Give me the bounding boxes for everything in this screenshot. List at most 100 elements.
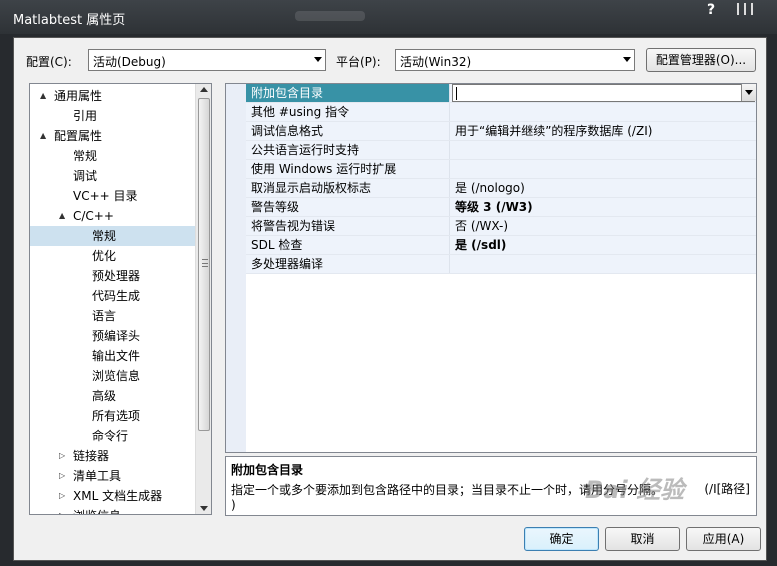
tree-scrollbar[interactable] [195, 84, 211, 514]
tree-node-label: 链接器 [73, 449, 110, 463]
properties-window: Matlabtest 属性页 ? 配置(C): 活动(Debug) 平台(P):… [0, 0, 777, 566]
config-label: 配置(C): [26, 55, 72, 69]
property-row[interactable]: 附加包含目录 [246, 84, 756, 103]
tree-node[interactable]: ▲ 通用属性 [30, 86, 197, 106]
tree-node[interactable]: 代码生成 [30, 286, 197, 306]
property-row[interactable]: 将警告视为错误否 (/WX-) [246, 217, 756, 236]
watermark: Bai 经验 [585, 476, 685, 504]
category-tree[interactable]: ▲ 通用属性 引用 ▲ 配置属性 常规 调试 VC++ 目录 ▲ C/C++ 常规 优化 预处理器 代码生… [29, 83, 212, 515]
tree-node-label: 浏览信息 [73, 506, 121, 514]
collapsed-icon[interactable]: ▷ [59, 486, 65, 506]
property-grid[interactable]: 附加包含目录 其他 #using 指令 调试信息格式 用于“编辑并继续”的程序数据库 … [225, 83, 757, 453]
platform-value: 活动(Win32) [400, 55, 472, 69]
property-name: 其他 #using 指令 [246, 103, 450, 121]
tree-node-label: 配置属性 [54, 129, 103, 143]
tree-node[interactable]: 预编译头 [30, 326, 197, 346]
tree-node[interactable]: 调试 [30, 166, 197, 186]
property-name: 取消显示启动版权标志 [246, 179, 450, 197]
tree-node-label: VC++ 目录 [73, 189, 138, 203]
tree-node-label: 常规 [92, 229, 117, 243]
property-row[interactable]: SDL 检查是 (/sdl) [246, 236, 756, 255]
window-title: Matlabtest 属性页 [13, 13, 126, 28]
tree-node-label: 清单工具 [73, 469, 122, 483]
ok-button[interactable]: 确定 [524, 527, 599, 551]
chevron-down-icon [314, 57, 322, 62]
tree-node-label: 高级 [92, 389, 117, 403]
chevron-down-icon[interactable] [741, 84, 756, 101]
tree-node-label: 预处理器 [92, 269, 141, 283]
platform-label: 平台(P): [336, 55, 381, 69]
property-value: 是 (/nologo) [455, 181, 525, 195]
property-value [452, 160, 755, 178]
tree-node-label: 常规 [73, 149, 98, 163]
scroll-down-icon[interactable] [200, 506, 208, 511]
tree-node[interactable]: 输出文件 [30, 346, 197, 366]
tree-node[interactable]: VC++ 目录 [30, 186, 197, 206]
apply-button[interactable]: 应用(A) [686, 527, 761, 551]
property-value: 等级 3 (/W3) [455, 200, 533, 214]
property-row[interactable]: 取消显示启动版权标志是 (/nologo) [246, 179, 756, 198]
tree-node[interactable]: 引用 [30, 106, 197, 126]
property-value: 否 (/WX-) [455, 219, 509, 233]
tree-node[interactable]: ▷ 链接器 [30, 446, 197, 466]
tree-node[interactable]: 所有选项 [30, 406, 197, 426]
property-value: 是 (/sdl) [455, 238, 507, 252]
title-blur [295, 11, 365, 21]
expanded-icon[interactable]: ▲ [59, 206, 65, 226]
tree-node-label: C/C++ [73, 209, 114, 223]
tree-node[interactable]: 常规 [30, 226, 197, 246]
property-value: 用于“编辑并继续”的程序数据库 (/ZI) [455, 124, 653, 138]
property-name: 将警告视为错误 [246, 217, 450, 235]
chevron-down-icon [623, 57, 631, 62]
tree-node[interactable]: ▲ 配置属性 [30, 126, 197, 146]
close-button[interactable] [737, 3, 753, 15]
tree-node[interactable]: 预处理器 [30, 266, 197, 286]
expanded-icon[interactable]: ▲ [40, 126, 46, 146]
config-select[interactable]: 活动(Debug) [88, 49, 326, 71]
property-row[interactable]: 使用 Windows 运行时扩展 [246, 160, 756, 179]
property-row[interactable]: 其他 #using 指令 [246, 103, 756, 122]
tree-node[interactable]: 浏览信息 [30, 366, 197, 386]
tree-node-label: 输出文件 [92, 349, 141, 363]
cancel-button[interactable]: 取消 [605, 527, 680, 551]
tree-node-label: 优化 [92, 249, 117, 263]
tree-node[interactable]: ▷ 清单工具 [30, 466, 197, 486]
grip-icon [202, 259, 208, 267]
tree-node-label: 引用 [73, 109, 98, 123]
tree-node-label: 调试 [73, 169, 98, 183]
property-value [452, 141, 755, 159]
property-row[interactable]: 调试信息格式 用于“编辑并继续”的程序数据库 (/ZI) [246, 122, 756, 141]
property-name: 多处理器编译 [246, 255, 450, 273]
tree-node[interactable]: 语言 [30, 306, 197, 326]
property-name: 使用 Windows 运行时扩展 [246, 160, 450, 178]
scroll-thumb[interactable] [198, 98, 210, 431]
collapsed-icon[interactable]: ▷ [59, 506, 65, 514]
property-value [452, 103, 755, 121]
platform-select[interactable]: 活动(Win32) [395, 49, 635, 71]
tree-node-label: 命令行 [92, 429, 129, 443]
property-row[interactable]: 公共语言运行时支持 [246, 141, 756, 160]
scroll-up-icon[interactable] [200, 87, 208, 92]
collapsed-icon[interactable]: ▷ [59, 446, 65, 466]
description-switch: (/I[路径] [704, 482, 750, 496]
property-row[interactable]: 多处理器编译 [246, 255, 756, 274]
help-button[interactable]: ? [707, 2, 715, 18]
property-value[interactable] [452, 84, 755, 102]
expanded-icon[interactable]: ▲ [40, 86, 46, 106]
tree-node[interactable]: ▷ 浏览信息 [30, 506, 197, 514]
tree-node[interactable]: ▷ XML 文档生成器 [30, 486, 197, 506]
text-caret [456, 87, 457, 100]
tree-node[interactable]: 常规 [30, 146, 197, 166]
tree-node-label: 预编译头 [92, 329, 141, 343]
tree-node[interactable]: 高级 [30, 386, 197, 406]
property-row[interactable]: 警告等级 等级 3 (/W3) [246, 198, 756, 217]
tree-node[interactable]: 优化 [30, 246, 197, 266]
tree-node[interactable]: 命令行 [30, 426, 197, 446]
property-name: 公共语言运行时支持 [246, 141, 450, 159]
title-bar: Matlabtest 属性页 ? [0, 0, 777, 34]
tree-node[interactable]: ▲ C/C++ [30, 206, 197, 226]
config-value: 活动(Debug) [93, 55, 166, 69]
collapsed-icon[interactable]: ▷ [59, 466, 65, 486]
property-name: SDL 检查 [246, 236, 450, 254]
config-manager-button[interactable]: 配置管理器(O)... [646, 48, 756, 72]
